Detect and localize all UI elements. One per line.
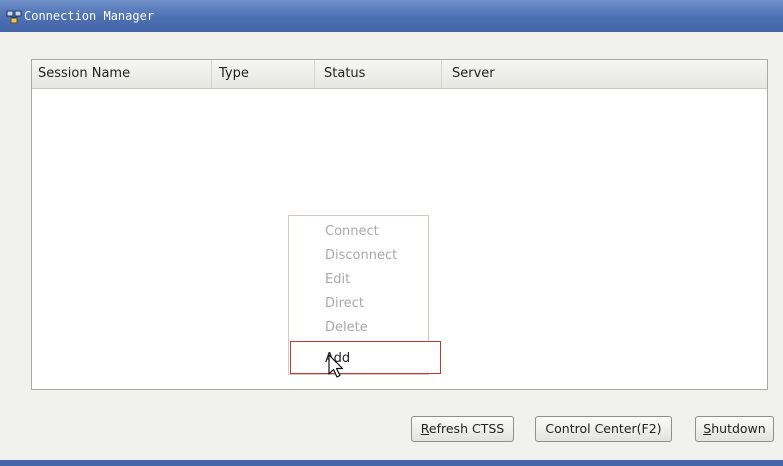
shutdown-button[interactable]: Shutdown bbox=[695, 416, 774, 442]
shutdown-label: hutdown bbox=[711, 421, 766, 436]
menu-item-edit: Edit bbox=[325, 272, 351, 287]
menu-item-direct: Direct bbox=[325, 296, 364, 311]
control-center-button[interactable]: Control Center(F2) bbox=[535, 416, 672, 442]
connection-manager-icon bbox=[6, 10, 22, 24]
mouse-pointer-icon bbox=[328, 354, 344, 378]
refresh-ctss-button[interactable]: Refresh CTSS bbox=[411, 416, 514, 442]
column-header-session-name[interactable]: Session Name bbox=[32, 60, 212, 88]
refresh-mnemonic: R bbox=[420, 421, 429, 436]
menu-item-connect: Connect bbox=[325, 224, 379, 239]
title-bar[interactable]: Connection Manager bbox=[0, 0, 783, 32]
column-header-server[interactable]: Server bbox=[442, 60, 767, 88]
menu-item-delete: Delete bbox=[325, 320, 368, 335]
refresh-label: efresh CTSS bbox=[428, 421, 505, 436]
window-title: Connection Manager bbox=[24, 9, 155, 23]
menu-item-add[interactable]: Add bbox=[290, 341, 441, 374]
column-header-type[interactable]: Type bbox=[212, 60, 315, 88]
column-header-status[interactable]: Status bbox=[315, 60, 442, 88]
menu-item-disconnect: Disconnect bbox=[325, 248, 398, 263]
list-header: Session Name Type Status Server bbox=[32, 60, 767, 89]
bottom-border bbox=[0, 460, 783, 466]
